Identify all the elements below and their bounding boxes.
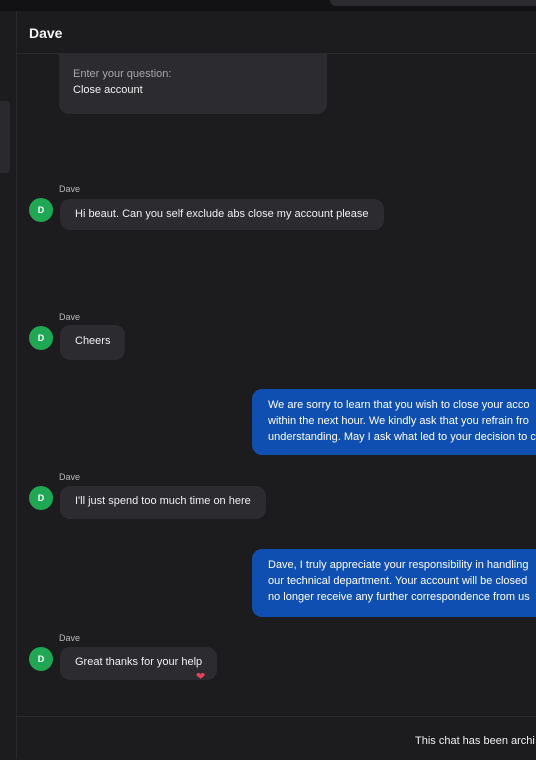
sidebar-tab[interactable] bbox=[0, 101, 10, 173]
message-text: I'll just spend too much time on here bbox=[75, 495, 251, 507]
intro-form-card: Enter your question: Close account bbox=[59, 54, 327, 114]
message-line: within the next hour. We kindly ask that… bbox=[268, 415, 529, 427]
avatar: D bbox=[29, 198, 53, 222]
message-line: understanding. May I ask what led to you… bbox=[268, 431, 536, 443]
avatar: D bbox=[29, 326, 53, 350]
user-message: Cheers bbox=[60, 325, 126, 360]
top-bar bbox=[0, 0, 536, 11]
agent-message: We are sorry to learn that you wish to c… bbox=[252, 389, 536, 455]
heart-reaction-icon[interactable]: ❤ bbox=[196, 672, 205, 683]
message-text: Cheers bbox=[75, 335, 111, 347]
message-text: Hi beaut. Can you self exclude abs close… bbox=[75, 208, 369, 220]
search-bar[interactable] bbox=[330, 0, 536, 6]
question-value: Close account bbox=[73, 84, 143, 96]
sender-name: Dave bbox=[59, 633, 81, 643]
message-line: no longer receive any further correspond… bbox=[268, 591, 530, 603]
sender-name: Dave bbox=[59, 312, 81, 322]
avatar: D bbox=[29, 486, 53, 510]
user-message: Hi beaut. Can you self exclude abs close… bbox=[60, 199, 384, 230]
chat-title: Dave bbox=[29, 25, 63, 41]
message-list[interactable]: Enter your question: Close account Dave … bbox=[17, 54, 536, 716]
sender-name: Dave bbox=[59, 472, 81, 482]
left-sidebar bbox=[0, 11, 17, 759]
user-message: Great thanks for your help bbox=[60, 647, 218, 680]
message-line: Dave, I truly appreciate your responsibi… bbox=[268, 559, 529, 571]
question-label: Enter your question: bbox=[73, 68, 172, 80]
message-line: our technical department. Your account w… bbox=[268, 575, 528, 587]
avatar: D bbox=[29, 647, 53, 671]
user-message: I'll just spend too much time on here bbox=[60, 486, 266, 519]
chat-header: Dave bbox=[17, 11, 536, 54]
message-line: We are sorry to learn that you wish to c… bbox=[268, 399, 530, 411]
agent-message: Dave, I truly appreciate your responsibi… bbox=[252, 549, 536, 617]
message-text: Great thanks for your help bbox=[75, 656, 203, 668]
chat-footer: This chat has been archi bbox=[17, 716, 536, 760]
sender-name: Dave bbox=[59, 184, 81, 194]
archived-status: This chat has been archi bbox=[415, 735, 535, 747]
